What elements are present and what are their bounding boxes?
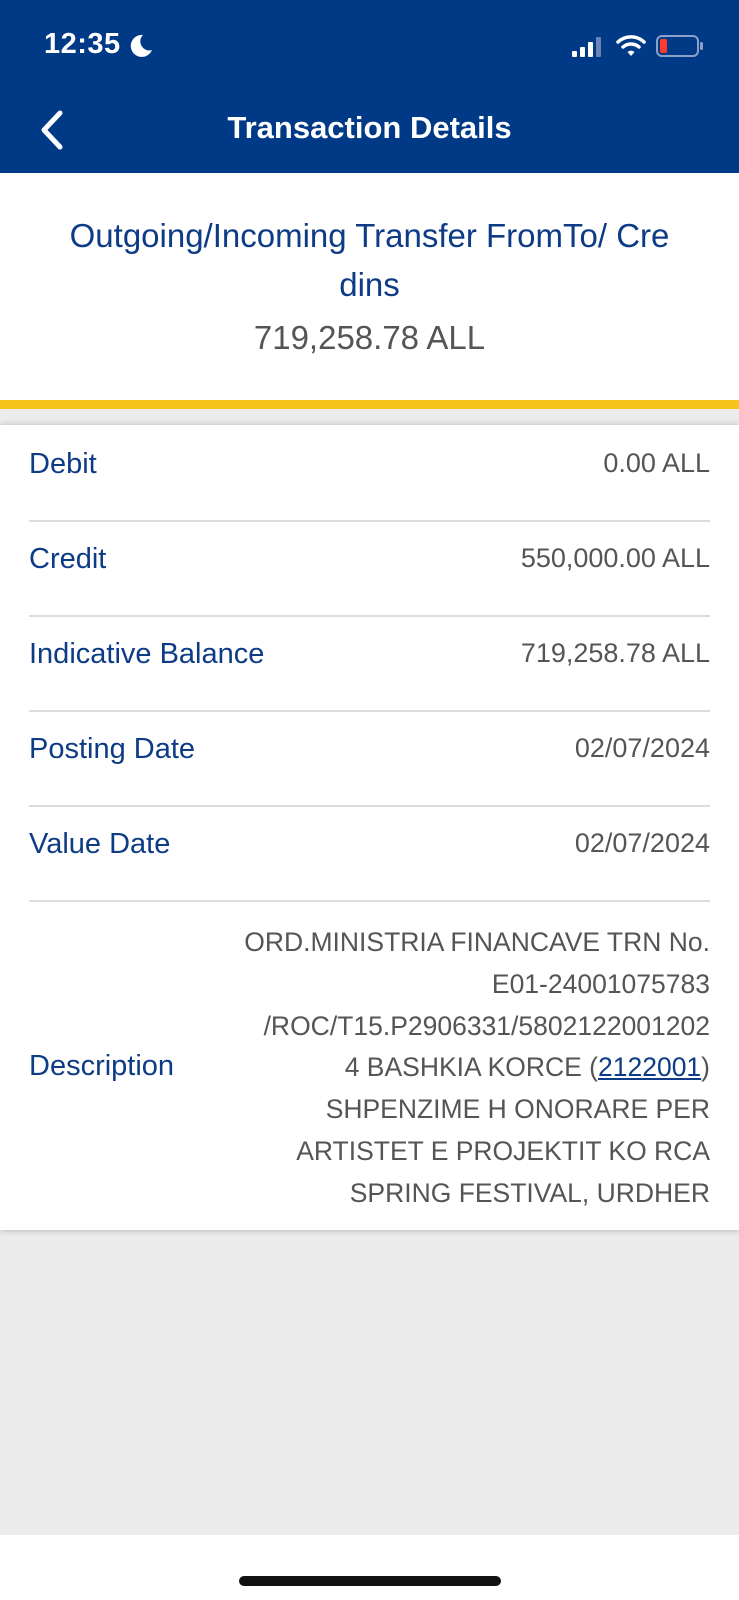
transaction-title-line: dins [339,266,400,303]
description-text: 4 BASHKIA KORCE ( [344,1052,598,1083]
home-area [0,1535,739,1600]
detail-label: Debit [29,448,97,480]
detail-value: 550,000.00 ALL [520,543,710,573]
row-divider [29,710,710,712]
detail-value: 02/07/2024 [574,828,710,858]
detail-label: Value Date [29,828,171,860]
transaction-amount: 719,258.78 ALL [253,319,486,356]
description-line: /ROC/T15.P2906331/5802122001202 [263,1010,710,1041]
detail-value: 719,258.78 ALL [520,638,710,668]
row-divider [29,615,710,617]
accent-divider [0,400,739,409]
transaction-title-line: Outgoing/Incoming Transfer FromTo/ Cre [69,217,670,254]
description-line: SPRING FESTIVAL, URDHER [349,1177,710,1208]
detail-value: 02/07/2024 [574,733,710,763]
detail-label: Posting Date [29,733,196,765]
detail-value: 0.00 ALL [603,448,710,478]
description-value: ORD.MINISTRIA FINANCAVE TRN No. E01-2400… [190,922,710,1215]
page-title: Transaction Details [227,110,512,145]
row-divider [29,520,710,522]
detail-label: Credit [29,543,107,575]
description-line: E01-24001075783 [491,968,710,999]
description-line: ARTISTET E PROJEKTIT KO RCA [296,1135,710,1166]
description-line: 4 BASHKIA KORCE (2122001) [190,1047,710,1089]
status-time: 12:35 [44,28,121,60]
moon-icon [130,34,152,57]
description-line: SHPENZIME H ONORARE PER [325,1094,710,1125]
wifi-icon [616,35,646,56]
row-divider [29,900,710,902]
row-divider [29,805,710,807]
transaction-summary: Outgoing/Incoming Transfer FromTo/ Cre d… [0,173,739,400]
signal-icon [572,37,601,57]
detail-label: Description [29,1050,175,1082]
detail-label: Indicative Balance [29,638,265,670]
transaction-title: Outgoing/Incoming Transfer FromTo/ Cre d… [30,211,709,309]
description-line: ORD.MINISTRIA FINANCAVE TRN No. [244,927,710,957]
battery-icon [656,35,703,57]
reference-link[interactable]: 2122001 [598,1052,701,1082]
home-indicator[interactable] [239,1576,501,1586]
app-header: 12:35 Transaction Details [0,0,739,173]
description-text: ) [701,1052,710,1083]
